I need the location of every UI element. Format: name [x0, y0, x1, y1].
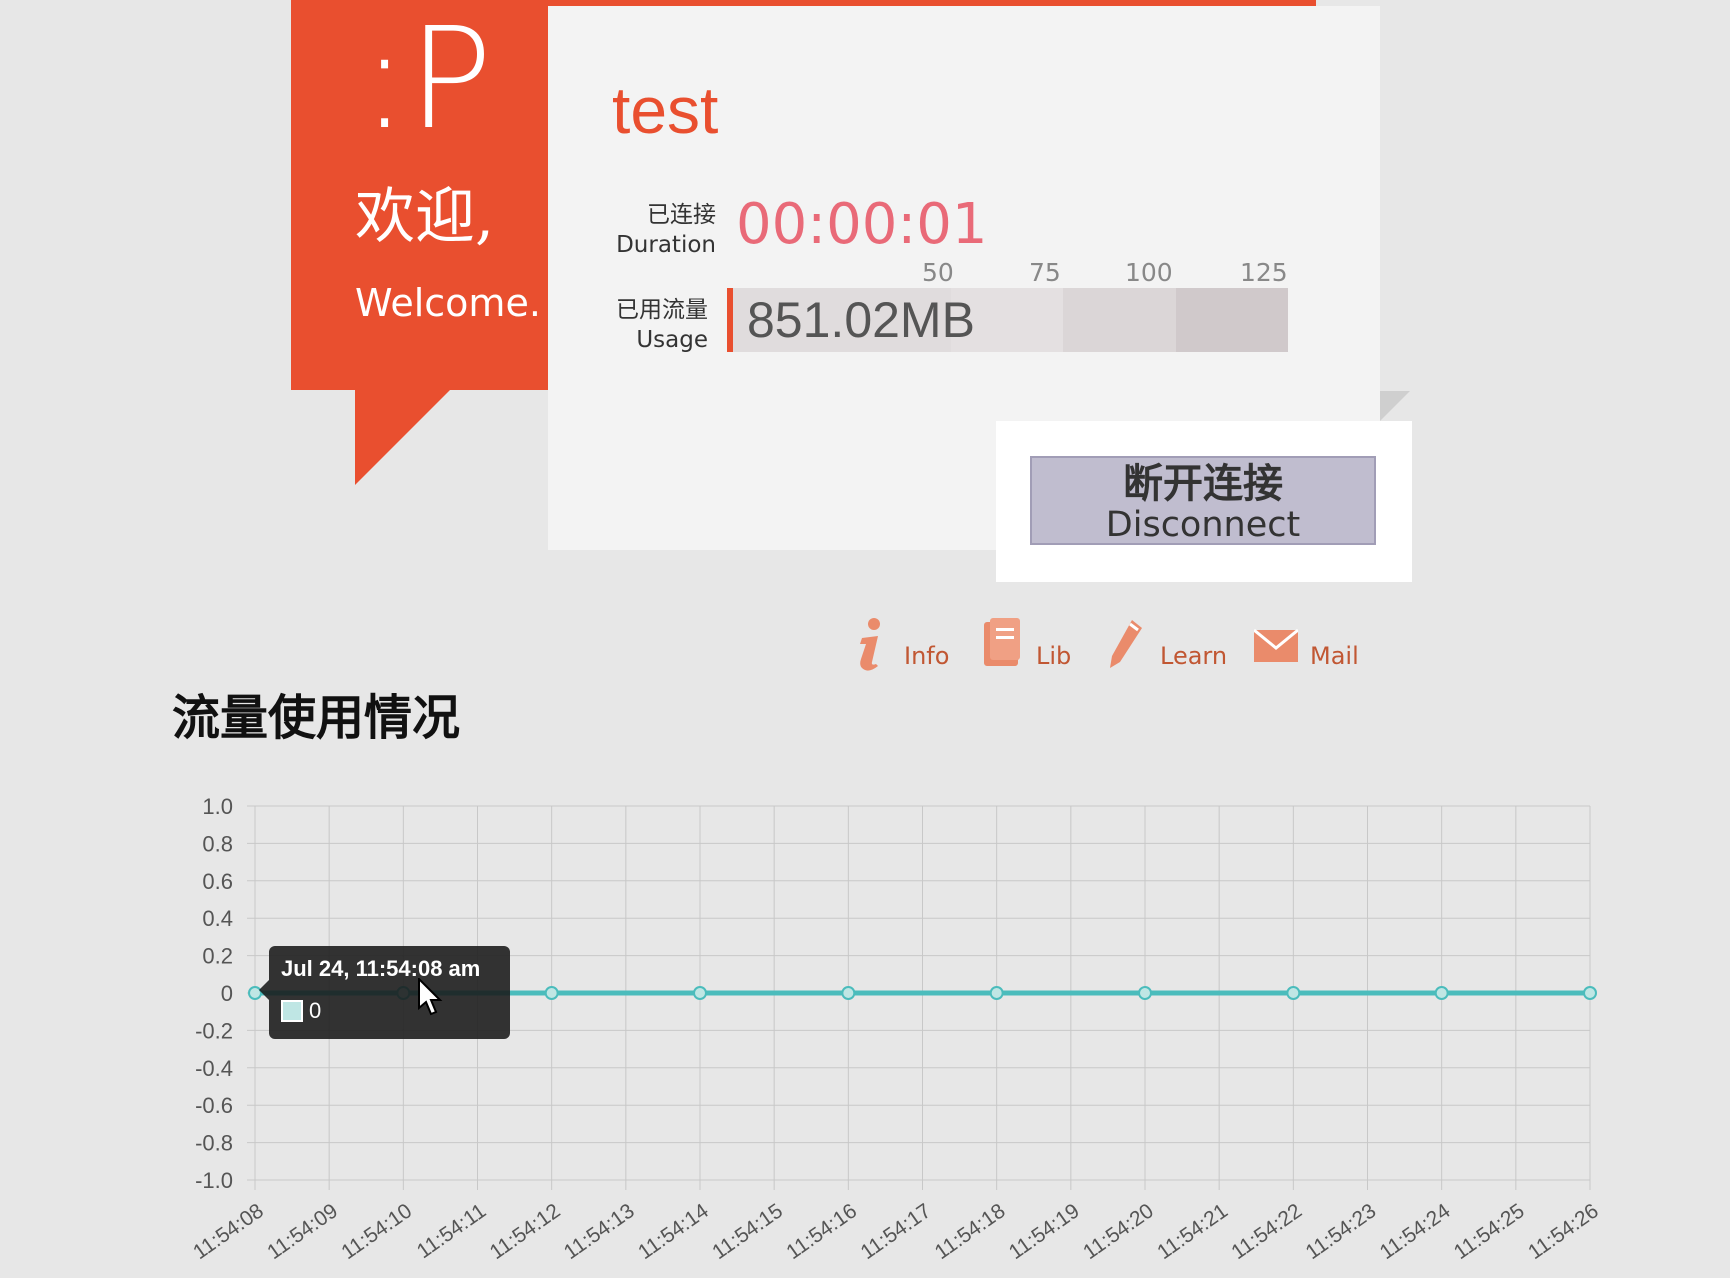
data-point — [544, 986, 559, 1000]
welcome-text-cn: 欢迎, — [355, 182, 495, 252]
welcome-text-en: Welcome. — [355, 281, 541, 325]
y-tick-label: -1.0 — [195, 1168, 233, 1193]
disconnect-panel: 断开连接 Disconnect — [996, 421, 1412, 582]
y-tick-label: 0 — [221, 981, 233, 1006]
data-point — [1583, 986, 1597, 1000]
username: test — [612, 73, 719, 147]
x-tick-label: 11:54:16 — [782, 1199, 861, 1264]
data-point — [1434, 986, 1449, 1000]
y-tick-label: 0.8 — [202, 831, 233, 856]
x-tick-label: 11:54:09 — [263, 1199, 342, 1264]
usage-bar-segment — [1063, 288, 1176, 352]
x-tick-label: 11:54:08 — [189, 1199, 268, 1264]
y-tick-label: -0.4 — [195, 1056, 233, 1081]
data-point — [841, 986, 856, 1000]
x-tick-label: 11:54:25 — [1450, 1199, 1529, 1264]
lib-link-label: Lib — [1036, 642, 1072, 670]
x-tick-label: 11:54:12 — [486, 1199, 565, 1264]
x-tick-label: 11:54:19 — [1005, 1199, 1084, 1264]
usage-scale-tick: 50 — [922, 258, 954, 287]
mouse-cursor-icon — [418, 978, 443, 1016]
tooltip-caret — [259, 980, 269, 1000]
book-icon — [984, 618, 1020, 666]
x-tick-label: 11:54:24 — [1376, 1199, 1455, 1264]
y-tick-label: -0.2 — [195, 1018, 233, 1043]
disconnect-label-en: Disconnect — [1105, 505, 1301, 545]
mail-icon — [1254, 628, 1298, 662]
data-point — [1138, 986, 1152, 1000]
y-tick-label: -0.6 — [195, 1093, 233, 1118]
x-tick-label: 11:54:21 — [1153, 1199, 1232, 1264]
duration-label-en: Duration — [616, 232, 716, 258]
info-link-label: Info — [904, 642, 950, 670]
usage-bar-marker — [727, 288, 733, 352]
tooltip-legend-swatch — [281, 1000, 303, 1022]
x-tick-label: 11:54:17 — [856, 1199, 935, 1264]
disconnect-label-cn: 断开连接 — [1123, 461, 1283, 507]
usage-label-en: Usage — [636, 327, 708, 353]
data-point — [1286, 986, 1301, 1000]
usage-scale-tick: 75 — [1029, 258, 1061, 287]
traffic-usage-title: 流量使用情况 — [172, 690, 461, 746]
x-tick-label: 11:54:26 — [1524, 1199, 1603, 1264]
y-tick-label: 0.6 — [202, 869, 233, 894]
duration-value: 00:00:01 — [736, 192, 988, 257]
usage-scale-tick: 100 — [1125, 258, 1173, 287]
x-tick-label: 11:54:14 — [634, 1199, 713, 1264]
x-tick-label: 11:54:18 — [931, 1199, 1010, 1264]
tooltip-title: Jul 24, 11:54:08 am — [281, 956, 481, 981]
info-link[interactable]: Info — [848, 612, 949, 672]
duration-label-cn: 已连接 — [647, 202, 716, 228]
x-tick-label: 11:54:10 — [337, 1199, 416, 1264]
mail-link-label: Mail — [1310, 642, 1359, 670]
usage-scale-tick: 125 — [1240, 258, 1288, 287]
usage-label-cn: 已用流量 — [616, 297, 708, 323]
welcome-banner: :P 欢迎, Welcome. — [291, 0, 548, 390]
y-tick-label: 0.2 — [202, 944, 233, 969]
card-fold — [1380, 391, 1410, 421]
traffic-chart[interactable]: 1.0 0.8 0.6 0.4 0.2 0 -0.2 -0.4 -0.6 -0.8 -1.0 11:5… — [0, 760, 1730, 1278]
disconnect-button[interactable]: 断开连接 Disconnect — [1030, 456, 1376, 545]
usage-value: 851.02MB — [747, 292, 975, 348]
usage-bar: 851.02MB — [727, 288, 1288, 352]
data-point — [989, 986, 1004, 1000]
x-tick-label: 11:54:15 — [708, 1199, 787, 1264]
pencil-icon — [1110, 620, 1142, 668]
logo-smiley: :P — [361, 0, 493, 161]
learn-link-label: Learn — [1160, 642, 1228, 670]
lib-link[interactable]: Lib — [980, 612, 1071, 672]
duration-label: 已连接 Duration — [590, 200, 716, 260]
x-tick-label: 11:54:20 — [1079, 1199, 1158, 1264]
data-point — [693, 986, 707, 1000]
chart-tooltip: Jul 24, 11:54:08 am 0 — [259, 946, 510, 1039]
mail-link[interactable]: Mail — [1254, 612, 1359, 672]
tooltip-value: 0 — [309, 998, 322, 1023]
x-tick-label: 11:54:11 — [413, 1199, 491, 1263]
usage-label: 已用流量 Usage — [590, 295, 708, 355]
banner-tail — [355, 389, 451, 485]
x-tick-label: 11:54:22 — [1227, 1199, 1306, 1264]
x-tick-label: 11:54:23 — [1301, 1199, 1380, 1264]
y-tick-label: -0.8 — [195, 1131, 233, 1156]
y-tick-label: 1.0 — [202, 794, 233, 819]
info-icon — [860, 618, 880, 671]
learn-link[interactable]: Learn — [1104, 612, 1227, 672]
y-tick-label: 0.4 — [202, 906, 233, 931]
x-tick-label: 11:54:13 — [560, 1199, 639, 1264]
